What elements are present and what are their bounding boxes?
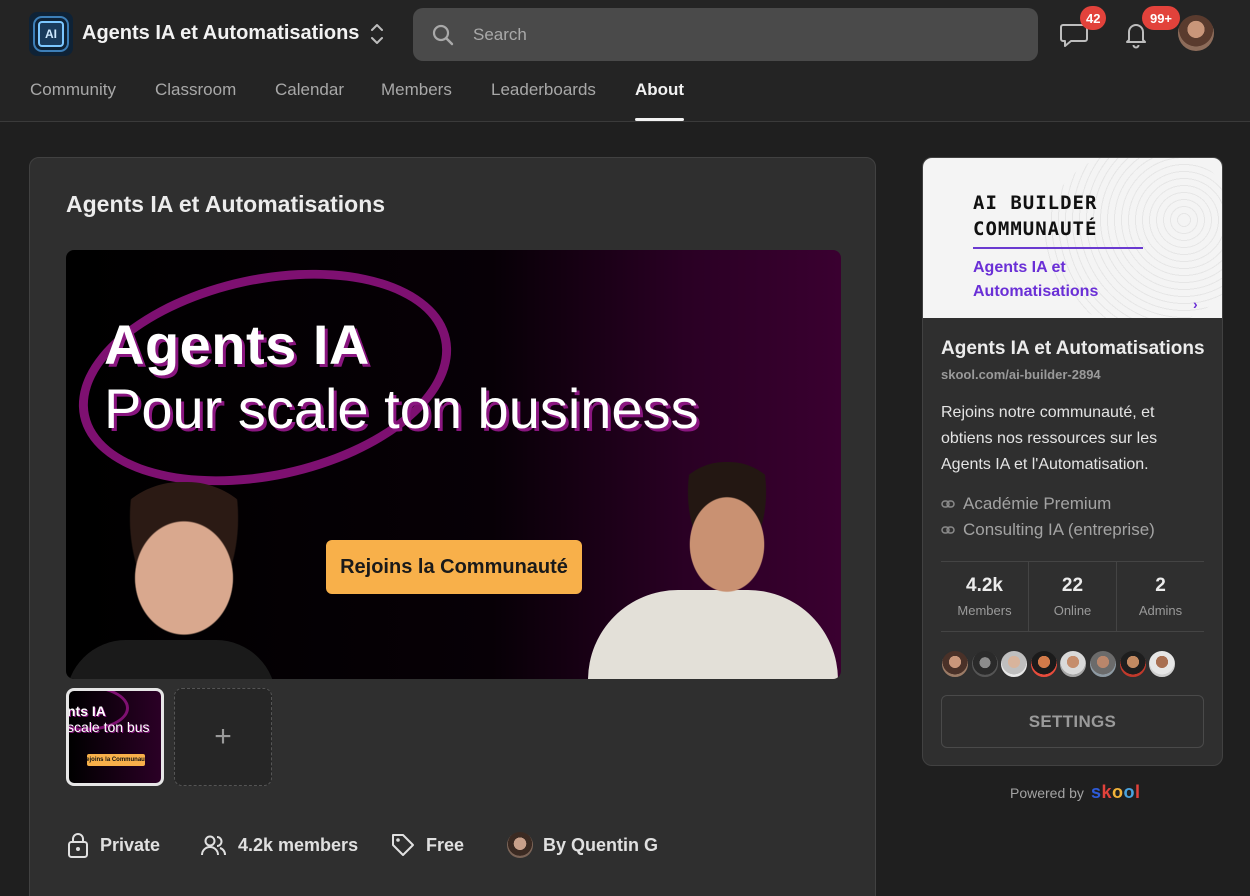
skool-letter: l xyxy=(1134,782,1141,802)
community-banner[interactable]: AI BUILDER COMMUNAUTÉ Agents IA et Autom… xyxy=(923,158,1222,318)
users-icon xyxy=(201,835,226,856)
stat-value: 22 xyxy=(1061,575,1084,596)
community-url: skool.com/ai-builder-2894 xyxy=(941,367,1101,382)
skool-letter: s xyxy=(1090,782,1102,802)
link-icon xyxy=(941,526,955,534)
stat-value: 4.2k xyxy=(966,575,1003,596)
member-avatar[interactable] xyxy=(970,650,999,678)
tab-members[interactable]: Members xyxy=(381,78,452,122)
powered-by: Powered by skool xyxy=(1010,782,1140,803)
banner-divider xyxy=(973,247,1143,249)
privacy-label: Private xyxy=(100,834,161,855)
group-switcher-icon[interactable] xyxy=(368,21,386,47)
thumb-headline: nts IA xyxy=(67,703,106,719)
link-label: Consulting IA (entreprise) xyxy=(963,520,1155,539)
media-thumbnail[interactable]: nts IA scale ton bus Rejoins la Communau… xyxy=(66,688,164,786)
tab-leaderboards[interactable]: Leaderboards xyxy=(491,78,596,122)
stat-label: Members xyxy=(957,603,1012,618)
thumb-subheadline: scale ton bus xyxy=(67,719,150,735)
tab-about[interactable]: About xyxy=(635,78,685,122)
community-stats: 4.2k Members 22 Online 2 Admins xyxy=(941,561,1204,632)
member-avatars xyxy=(941,650,1178,678)
banner-line-2: COMMUNAUTÉ xyxy=(973,218,1098,240)
link-consulting[interactable]: Consulting IA (entreprise) xyxy=(941,520,1155,540)
hero-person-right xyxy=(662,462,792,612)
stat-label: Online xyxy=(1053,603,1092,618)
hero-cta-banner: Rejoins la Communauté xyxy=(326,540,582,594)
member-avatar[interactable] xyxy=(1000,650,1029,678)
search-input[interactable] xyxy=(473,8,1013,61)
community-title: Agents IA et Automatisations xyxy=(941,338,1205,359)
owner-label: By Quentin G xyxy=(543,834,659,855)
stat-label: Admins xyxy=(1138,603,1183,618)
member-avatar[interactable] xyxy=(1118,650,1147,678)
top-header: AI Agents IA et Automatisations 42 99+ C… xyxy=(0,0,1250,122)
search-icon xyxy=(432,24,454,46)
privacy-info: Private xyxy=(66,830,160,860)
about-card: Agents IA et Automatisations Agents IA P… xyxy=(29,157,876,896)
stat-value: 2 xyxy=(1155,575,1166,596)
stat-admins[interactable]: 2 Admins xyxy=(1117,562,1204,631)
settings-button[interactable]: SETTINGS xyxy=(941,695,1204,748)
banner-line-1: AI BUILDER xyxy=(973,192,1098,214)
tab-community[interactable]: Community xyxy=(30,78,116,122)
stat-online[interactable]: 22 Online xyxy=(1029,562,1117,631)
price-label: Free xyxy=(426,834,465,855)
chat-count-badge: 42 xyxy=(1080,6,1107,30)
member-avatar[interactable] xyxy=(1148,650,1177,678)
lock-icon xyxy=(68,833,88,858)
community-info-card: AI BUILDER COMMUNAUTÉ Agents IA et Autom… xyxy=(922,157,1223,766)
tag-icon xyxy=(392,834,414,856)
powered-by-label: Powered by xyxy=(1010,785,1084,801)
member-avatar[interactable] xyxy=(941,650,969,678)
skool-letter: k xyxy=(1101,782,1112,802)
owner-info[interactable]: By Quentin G xyxy=(507,830,658,860)
notifications-count-badge: 99+ xyxy=(1142,6,1180,30)
member-avatar[interactable] xyxy=(1029,650,1058,678)
user-avatar[interactable] xyxy=(1178,15,1214,51)
group-name[interactable]: Agents IA et Automatisations xyxy=(82,22,359,45)
price-info: Free xyxy=(390,830,464,860)
page-title: Agents IA et Automatisations xyxy=(66,191,386,217)
chip-icon: AI xyxy=(38,21,64,47)
search-bar[interactable] xyxy=(413,8,1038,61)
tab-classroom[interactable]: Classroom xyxy=(155,78,236,122)
thumb-cta: Rejoins la Communauté xyxy=(87,754,145,766)
group-logo[interactable]: AI xyxy=(29,12,73,56)
tab-calendar[interactable]: Calendar xyxy=(275,78,344,122)
skool-logo[interactable]: skool xyxy=(1091,782,1141,803)
member-avatar[interactable] xyxy=(1088,650,1117,678)
owner-avatar xyxy=(507,832,533,858)
add-media-button[interactable]: + xyxy=(174,688,272,786)
skool-letter: o xyxy=(1123,782,1135,802)
stat-members[interactable]: 4.2k Members xyxy=(941,562,1029,631)
hero-subheadline: Pour scale ton business xyxy=(104,377,699,440)
skool-letter: o xyxy=(1111,782,1124,802)
link-label: Académie Premium xyxy=(963,494,1112,513)
members-label: 4.2k members xyxy=(238,834,359,855)
member-avatar[interactable] xyxy=(1059,650,1088,678)
chevron-right-icon: › xyxy=(1193,296,1198,312)
hero-headline: Agents IA xyxy=(104,313,370,376)
link-academie-premium[interactable]: Académie Premium xyxy=(941,494,1111,514)
hero-image[interactable]: Agents IA Pour scale ton business Rejoin… xyxy=(66,250,841,679)
link-icon xyxy=(941,500,955,508)
community-description: Rejoins notre communauté, et obtiens nos… xyxy=(941,404,1158,473)
members-info: 4.2k members xyxy=(200,830,358,860)
banner-subtitle: Agents IA et Automatisations xyxy=(973,259,1099,300)
